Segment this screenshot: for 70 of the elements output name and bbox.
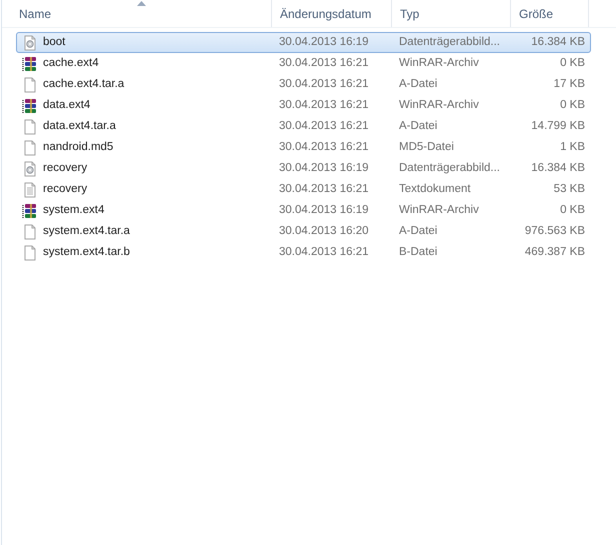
file-name: system.ext4 [43,202,104,218]
column-header[interactable]: Größe [511,0,589,27]
file-size: 0 KB [560,98,585,111]
file-name: recovery [43,160,88,176]
file-type: Datenträgerabbild... [399,36,500,48]
file-type: MD5-Datei [399,140,454,153]
file-row[interactable]: data.ext4.tar.a 30.04.2013 16:21 A-Datei 14.799 KB [16,116,591,137]
file-type: Datenträgerabbild... [399,162,500,174]
archive-icon [22,202,38,218]
file-name: data.ext4.tar.a [43,118,116,134]
file-size: 14.799 KB [531,120,585,132]
file-type: B-Datei [399,246,438,258]
file-type: Textdokument [399,182,471,195]
modified-date: 30.04.2013 16:21 [279,78,369,90]
archive-icon [22,56,38,72]
file-name: recovery [43,182,88,197]
modified-date: 30.04.2013 16:19 [279,162,369,174]
file-type: WinRAR-Archiv [399,98,479,111]
column-header[interactable]: Änderungsdatum [272,0,392,27]
modified-date: 30.04.2013 16:21 [279,56,369,69]
file-icon [22,224,38,240]
file-icon [22,244,38,260]
file-row[interactable]: cache.ext4.tar.a 30.04.2013 16:21 A-Datei 17 KB [16,74,591,95]
file-row[interactable]: cache.ext4 30.04.2013 16:21 WinRAR-Archiv 0 KB [16,53,591,74]
column-header[interactable]: Typ [392,0,511,27]
file-size: 53 KB [554,182,585,195]
file-row[interactable]: boot 30.04.2013 16:19 Datenträgerabbild... 16.384 KB [16,32,591,53]
file-type: A-Datei [399,78,438,90]
file-type: A-Datei [399,120,438,132]
file-icon [22,118,38,134]
file-name: nandroid.md5 [43,140,114,155]
file-name: boot [43,34,66,50]
file-row[interactable]: system.ext4 30.04.2013 16:19 WinRAR-Archiv 0 KB [16,200,591,221]
file-size: 16.384 KB [531,36,585,48]
modified-date: 30.04.2013 16:21 [279,98,369,111]
file-name: system.ext4.tar.b [43,244,130,260]
column-header[interactable]: Name [2,0,272,27]
file-name: data.ext4 [43,98,90,113]
modified-date: 30.04.2013 16:21 [279,140,369,153]
file-size: 976.563 KB [524,224,585,237]
file-row[interactable]: system.ext4.tar.b 30.04.2013 16:21 B-Datei 469.387 KB [16,242,591,263]
file-row[interactable]: system.ext4.tar.a 30.04.2013 16:20 A-Datei 976.563 KB [16,221,591,242]
file-size: 17 KB [554,78,585,90]
file-size: 1 KB [560,140,585,153]
file-type: WinRAR-Archiv [399,204,479,216]
modified-date: 30.04.2013 16:21 [279,246,369,258]
file-size: 0 KB [560,56,585,69]
file-row[interactable]: recovery 30.04.2013 16:19 Datenträgerabbild... 16.384 KB [16,158,591,179]
archive-icon [22,98,38,114]
modified-date: 30.04.2013 16:19 [279,36,369,48]
file-row[interactable]: nandroid.md5 30.04.2013 16:21 MD5-Datei 1 KB [16,137,591,158]
text-file-icon [22,182,38,198]
file-icon [22,140,38,156]
file-name: cache.ext4.tar.a [43,76,124,92]
file-size: 0 KB [560,204,585,216]
modified-date: 30.04.2013 16:20 [279,224,369,237]
file-name: system.ext4.tar.a [43,224,130,239]
file-name: cache.ext4 [43,56,99,71]
file-row[interactable]: recovery 30.04.2013 16:21 Textdokument 53 KB [16,179,591,200]
file-size: 469.387 KB [524,246,585,258]
file-type: WinRAR-Archiv [399,56,479,69]
file-row[interactable]: data.ext4 30.04.2013 16:21 WinRAR-Archiv 0 KB [16,95,591,116]
disc-image-icon [22,34,38,50]
disc-image-icon [22,160,38,176]
modified-date: 30.04.2013 16:19 [279,204,369,216]
modified-date: 30.04.2013 16:21 [279,120,369,132]
file-icon [22,76,38,92]
file-type: A-Datei [399,224,438,237]
file-size: 16.384 KB [531,162,585,174]
modified-date: 30.04.2013 16:21 [279,182,369,195]
